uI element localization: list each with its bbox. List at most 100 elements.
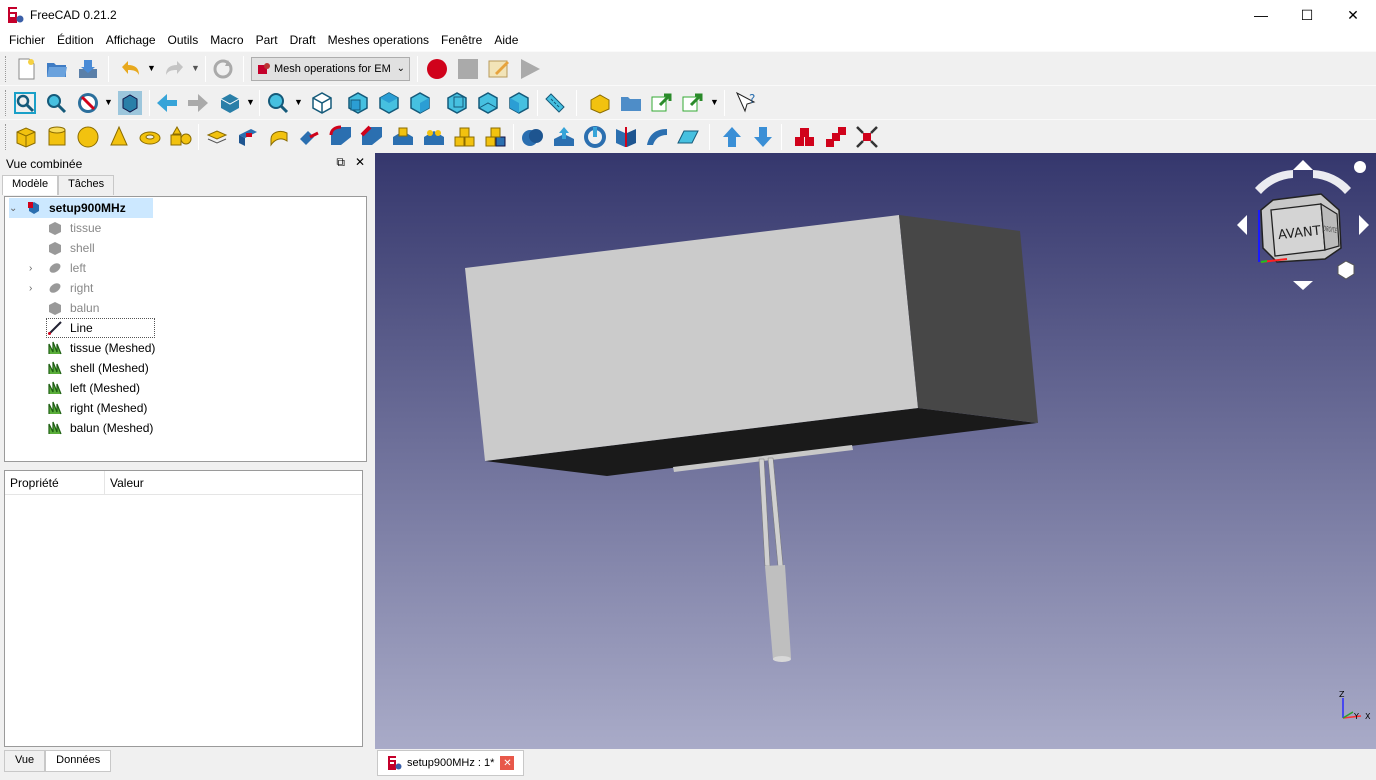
menu-outils[interactable]: Outils — [162, 30, 205, 51]
fit-selection-icon[interactable] — [44, 91, 68, 115]
document-tab[interactable]: setup900MHz : 1* ✕ — [377, 750, 524, 776]
front-view-icon[interactable] — [346, 91, 370, 115]
close-tab-icon[interactable]: ✕ — [500, 756, 515, 770]
refresh-icon[interactable] — [211, 57, 235, 81]
extrude-icon[interactable] — [236, 125, 260, 149]
rear-view-icon[interactable] — [445, 91, 469, 115]
bottom-view-icon[interactable] — [476, 91, 500, 115]
chevron-right-icon[interactable]: › — [29, 263, 41, 274]
chamfer-icon[interactable] — [360, 125, 384, 149]
tab-donnees[interactable]: Données — [45, 750, 112, 772]
toolbar-grip[interactable] — [5, 124, 8, 150]
tree-item-tissue[interactable]: tissue — [48, 218, 101, 238]
record-macro-icon[interactable] — [425, 57, 449, 81]
torus-icon[interactable] — [138, 125, 162, 149]
back-arrow-icon[interactable] — [155, 91, 179, 115]
std-views-icon[interactable] — [218, 91, 242, 115]
arrow-right-icon[interactable] — [1359, 215, 1369, 235]
ruled-surface-icon[interactable] — [422, 125, 446, 149]
tab-vue[interactable]: Vue — [4, 750, 46, 772]
rotate-left-arrow-icon[interactable] — [1255, 170, 1293, 194]
tree-item-left-meshed[interactable]: left (Meshed) — [48, 378, 140, 398]
undo-dropdown-icon[interactable]: ▼ — [147, 63, 156, 73]
tree-item-left[interactable]: › left — [29, 258, 86, 278]
mesh-cubes-icon[interactable] — [793, 125, 817, 149]
prop-header-name[interactable]: Propriété — [5, 471, 105, 494]
fuse-icon[interactable] — [583, 125, 607, 149]
mesh-stairs-icon[interactable] — [824, 125, 848, 149]
link-dropdown-icon[interactable]: ▼ — [710, 97, 719, 107]
boolean-icon[interactable] — [521, 125, 545, 149]
tree-item-balun[interactable]: balun — [48, 298, 99, 318]
revolve-icon[interactable] — [267, 125, 291, 149]
cut-icon[interactable] — [552, 125, 576, 149]
save-icon[interactable] — [76, 57, 100, 81]
arrow-down-icon[interactable] — [1293, 281, 1313, 290]
menu-meshes-operations[interactable]: Meshes operations — [322, 30, 435, 51]
make-link-icon[interactable] — [650, 91, 674, 115]
menu-affichage[interactable]: Affichage — [100, 30, 162, 51]
chevron-right-icon[interactable]: › — [29, 283, 41, 294]
open-folder-icon[interactable] — [45, 57, 69, 81]
arrow-left-icon[interactable] — [1237, 215, 1247, 235]
shape-builder-icon[interactable] — [205, 125, 229, 149]
cylinder-icon[interactable] — [45, 125, 69, 149]
cone-icon[interactable] — [107, 125, 131, 149]
tree-item-shell-meshed[interactable]: shell (Meshed) — [48, 358, 149, 378]
bounding-box-icon[interactable] — [118, 91, 142, 115]
tree-item-setup900mhz[interactable]: ⌄ setup900MHz — [9, 198, 153, 218]
toolbar-grip[interactable] — [5, 90, 8, 116]
workbench-selector[interactable]: Mesh operations for EM ⌄ — [251, 57, 410, 81]
measure-distance-icon[interactable] — [543, 91, 567, 115]
tab-modele[interactable]: Modèle — [2, 175, 59, 195]
link-actions-icon[interactable] — [681, 91, 705, 115]
create-group-icon[interactable] — [619, 91, 643, 115]
left-view-icon[interactable] — [507, 91, 531, 115]
run-macro-icon[interactable] — [518, 57, 542, 81]
scene-canvas[interactable] — [375, 153, 1376, 749]
primitives-icon[interactable] — [169, 125, 193, 149]
close-panel-icon[interactable]: ✕ — [355, 155, 365, 170]
isometric-view-icon[interactable] — [310, 91, 334, 115]
tree-item-line[interactable]: Line — [46, 318, 155, 338]
top-view-icon[interactable] — [377, 91, 401, 115]
tree-item-right-meshed[interactable]: right (Meshed) — [48, 398, 147, 418]
tree-item-shell[interactable]: shell — [48, 238, 95, 258]
menu-draft[interactable]: Draft — [284, 30, 322, 51]
arrow-up-icon[interactable] — [1293, 160, 1313, 170]
fillet-icon[interactable] — [329, 125, 353, 149]
nav-menu-icon[interactable] — [1354, 161, 1366, 173]
forward-arrow-icon[interactable] — [186, 91, 210, 115]
navigation-cube[interactable]: AVANT DROITE — [1233, 158, 1373, 298]
new-document-icon[interactable] — [14, 57, 38, 81]
tab-taches[interactable]: Tâches — [58, 175, 115, 195]
undo-icon[interactable] — [118, 57, 142, 81]
chevron-down-icon[interactable]: ⌄ — [9, 203, 21, 214]
loft-icon[interactable] — [453, 125, 477, 149]
mirror-icon[interactable] — [298, 125, 322, 149]
menu-part[interactable]: Part — [250, 30, 284, 51]
move-down-icon[interactable] — [751, 125, 775, 149]
right-view-icon[interactable] — [408, 91, 432, 115]
maximize-button[interactable]: ☐ — [1284, 0, 1330, 30]
zoom-icon[interactable] — [266, 91, 290, 115]
offset-icon[interactable] — [676, 125, 700, 149]
stop-macro-icon[interactable] — [456, 57, 480, 81]
rotate-right-arrow-icon[interactable] — [1313, 170, 1351, 194]
create-part-icon[interactable] — [588, 91, 612, 115]
tree-item-balun-meshed[interactable]: balun (Meshed) — [48, 418, 153, 438]
section-icon[interactable] — [645, 125, 669, 149]
common-icon[interactable] — [614, 125, 638, 149]
edit-macro-icon[interactable] — [487, 57, 511, 81]
draw-style-icon[interactable] — [76, 91, 100, 115]
redo-icon[interactable] — [163, 57, 187, 81]
sweep-icon[interactable] — [484, 125, 508, 149]
whats-this-icon[interactable]: ? — [735, 91, 759, 115]
tree-item-tissue-meshed[interactable]: tissue (Meshed) — [48, 338, 155, 358]
sphere-icon[interactable] — [76, 125, 100, 149]
fit-all-icon[interactable] — [13, 91, 37, 115]
mesh-explode-icon[interactable] — [855, 125, 879, 149]
draw-style-dropdown-icon[interactable]: ▼ — [104, 97, 113, 107]
prop-header-value[interactable]: Valeur — [105, 471, 149, 494]
std-views-dropdown-icon[interactable]: ▼ — [246, 97, 255, 107]
